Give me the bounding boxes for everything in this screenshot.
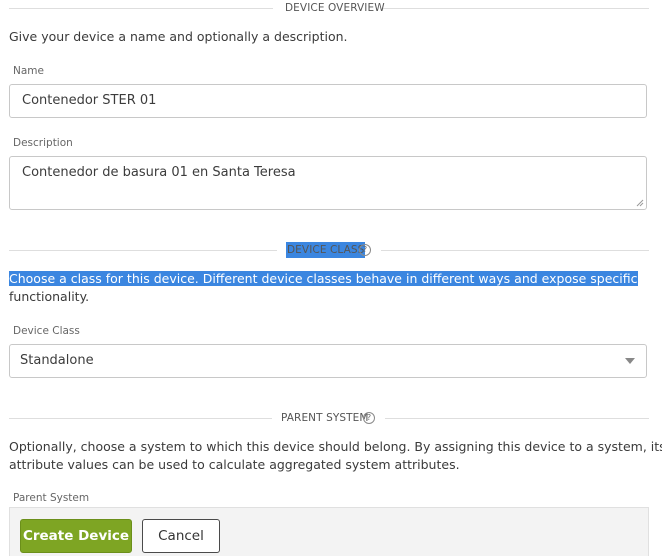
divider [385, 418, 649, 419]
parent-system-intro-line2: attribute values can be used to calculat… [9, 457, 460, 472]
device-class-intro: Choose a class for this device. Differen… [9, 270, 659, 306]
divider [383, 8, 649, 9]
create-device-button[interactable]: Create Device [20, 519, 132, 553]
description-field[interactable]: Contenedor de basura 01 en Santa Teresa [9, 156, 647, 210]
device-overview-intro: Give your device a name and optionally a… [9, 29, 348, 44]
chevron-down-icon [625, 358, 635, 364]
resize-handle-icon[interactable] [636, 199, 644, 207]
description-label: Description [13, 137, 73, 149]
parent-system-title: PARENT SYSTEM [281, 412, 369, 424]
device-overview-title: DEVICE OVERVIEW [285, 2, 385, 14]
device-class-header: DEVICE CLASS ? [9, 242, 649, 258]
device-class-intro-line2: functionality. [9, 289, 90, 304]
device-class-intro-line1: Choose a class for this device. Differen… [9, 271, 638, 286]
device-class-select[interactable]: Standalone [9, 344, 647, 378]
description-value: Contenedor de basura 01 en Santa Teresa [22, 165, 296, 180]
parent-system-intro: Optionally, choose a system to which thi… [9, 438, 662, 474]
parent-system-label: Parent System [13, 492, 90, 504]
device-class-title: DEVICE CLASS [286, 242, 366, 258]
name-value: Contenedor STER 01 [22, 93, 157, 108]
divider [9, 250, 277, 251]
cancel-button[interactable]: Cancel [142, 519, 220, 553]
question-circle-icon[interactable]: ? [363, 412, 375, 424]
name-label: Name [13, 65, 44, 77]
device-overview-header: DEVICE OVERVIEW [9, 0, 649, 16]
action-bar: Create Device Cancel [9, 507, 649, 556]
device-class-selected: Standalone [20, 353, 94, 368]
divider [9, 8, 273, 9]
divider [9, 418, 272, 419]
name-field[interactable]: Contenedor STER 01 [9, 84, 647, 118]
parent-system-header: PARENT SYSTEM ? [9, 410, 649, 426]
question-circle-icon[interactable]: ? [359, 244, 371, 256]
device-class-label: Device Class [13, 325, 80, 337]
divider [381, 250, 649, 251]
parent-system-intro-line1: Optionally, choose a system to which thi… [9, 439, 662, 454]
